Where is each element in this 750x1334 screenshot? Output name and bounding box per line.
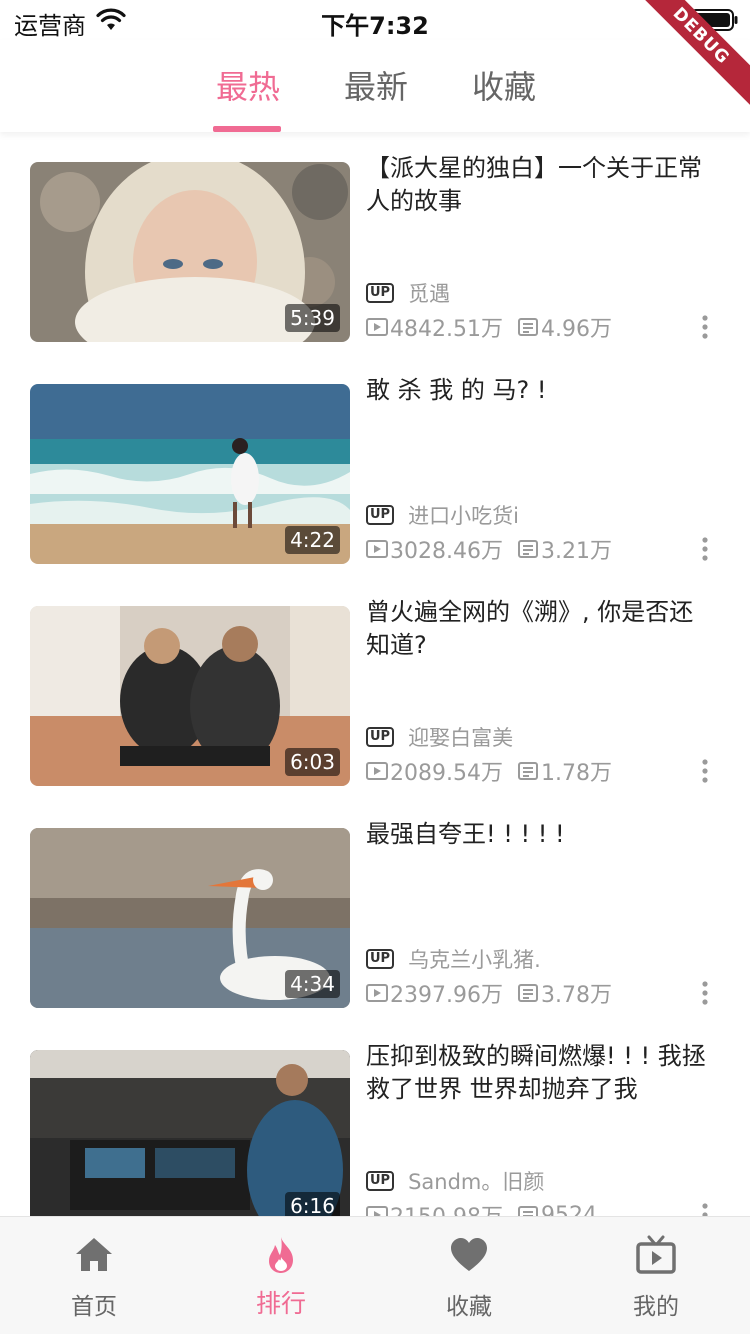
more-options-icon[interactable]: [700, 314, 710, 340]
uploader-name[interactable]: 进口小吃货i: [408, 500, 519, 530]
nav-favorites-label: 收藏: [446, 1294, 492, 1320]
uploader-name[interactable]: 觅遇: [408, 278, 450, 308]
stats-row: 4842.51万 4.96万: [366, 312, 612, 342]
more-options-icon[interactable]: [700, 980, 710, 1006]
uploader-row: UP Sandm。旧颜: [366, 1168, 544, 1194]
nav-home-label: 首页: [71, 1294, 117, 1320]
video-duration: 5:39: [285, 304, 340, 332]
nav-favorites[interactable]: 收藏: [409, 1217, 529, 1334]
video-duration: 6:16: [285, 1192, 340, 1216]
nav-mine-label: 我的: [633, 1294, 679, 1320]
video-thumbnail[interactable]: 4:34: [30, 828, 350, 1008]
play-count: 2150.98万: [390, 1199, 503, 1216]
danmaku-count: 4.96万: [540, 317, 612, 342]
status-bar: 运营商 下午7:32: [0, 0, 750, 40]
video-title[interactable]: 【派大星的独白】一个关于正常人的故事: [366, 152, 711, 218]
home-icon: [76, 1238, 112, 1271]
video-duration: 4:34: [285, 970, 340, 998]
danmaku-icon: [517, 540, 538, 558]
uploader-name[interactable]: 乌克兰小乳猪.: [408, 944, 541, 974]
play-count-icon: [366, 318, 388, 336]
play-count-icon: [366, 984, 388, 1002]
uploader-row: UP 迎娶白富美: [366, 724, 513, 750]
flame-icon: [269, 1237, 293, 1273]
uploader-name[interactable]: Sandm。旧颜: [408, 1166, 544, 1196]
up-badge: UP: [366, 283, 395, 303]
tab-favorites[interactable]: 收藏: [472, 62, 536, 108]
up-badge: UP: [366, 1171, 395, 1191]
stats-row: 2089.54万 1.78万: [366, 756, 612, 786]
tab-indicator: [213, 126, 281, 132]
more-options-icon[interactable]: [700, 758, 710, 784]
video-thumbnail[interactable]: 4:22: [30, 384, 350, 564]
video-title[interactable]: 最强自夸王! ! ! ! !: [366, 818, 711, 851]
tab-hottest[interactable]: 最热: [216, 62, 280, 108]
video-list: 5:39 【派大星的独白】一个关于正常人的故事 UP 觅遇 4842.51万 4…: [0, 132, 750, 1216]
play-count-icon: [366, 1206, 388, 1216]
stats-row: 2397.96万 3.78万: [366, 978, 612, 1008]
up-badge: UP: [366, 505, 395, 525]
heart-icon: [451, 1238, 487, 1271]
status-time: 下午7:32: [321, 12, 429, 40]
danmaku-count: 9524: [540, 1202, 597, 1217]
danmaku-count: 3.21万: [540, 539, 612, 564]
video-item[interactable]: 6:03 曾火遍全网的《溯》, 你是否还知道? UP 迎娶白富美 2089.54…: [0, 598, 750, 786]
video-thumbnail[interactable]: 6:03: [30, 606, 350, 786]
uploader-row: UP 觅遇: [366, 280, 450, 306]
top-tab-bar: 最热 最新 收藏: [0, 40, 750, 132]
video-thumbnail[interactable]: 5:39: [30, 162, 350, 342]
bottom-nav-bar: 首页 排行 收藏 我的: [0, 1216, 750, 1334]
stats-row: 2150.98万 9524: [366, 1200, 597, 1216]
danmaku-icon: [517, 762, 538, 780]
danmaku-icon: [517, 1206, 538, 1216]
play-count: 4842.51万: [390, 317, 503, 342]
video-item[interactable]: 4:22 敢 杀 我 的 马? ! UP 进口小吃货i 3028.46万 3.2…: [0, 376, 750, 564]
up-badge: UP: [366, 949, 395, 969]
danmaku-count: 1.78万: [540, 761, 612, 786]
danmaku-icon: [517, 318, 538, 336]
nav-ranking[interactable]: 排行: [221, 1217, 341, 1334]
video-item[interactable]: 5:39 【派大星的独白】一个关于正常人的故事 UP 觅遇 4842.51万 4…: [0, 154, 750, 342]
tab-newest[interactable]: 最新: [344, 62, 408, 108]
nav-home[interactable]: 首页: [34, 1217, 154, 1334]
stats-row: 3028.46万 3.21万: [366, 534, 612, 564]
play-count: 3028.46万: [390, 539, 503, 564]
video-duration: 6:03: [285, 748, 340, 776]
more-options-icon[interactable]: [700, 536, 710, 562]
play-count-icon: [366, 762, 388, 780]
nav-ranking-label: 排行: [255, 1289, 306, 1318]
play-count-icon: [366, 540, 388, 558]
video-item[interactable]: 4:34 最强自夸王! ! ! ! ! UP 乌克兰小乳猪. 2397.96万 …: [0, 820, 750, 1008]
video-thumbnail[interactable]: 6:16: [30, 1050, 350, 1216]
play-count: 2089.54万: [390, 761, 503, 786]
uploader-row: UP 乌克兰小乳猪.: [366, 946, 541, 972]
video-title[interactable]: 压抑到极致的瞬间燃爆! ! ! 我拯救了世界 世界却抛弃了我: [366, 1040, 711, 1106]
danmaku-count: 3.78万: [540, 983, 612, 1008]
tv-icon: [636, 1235, 676, 1274]
danmaku-icon: [517, 984, 538, 1002]
uploader-name[interactable]: 迎娶白富美: [408, 722, 513, 752]
video-duration: 4:22: [285, 526, 340, 554]
uploader-row: UP 进口小吃货i: [366, 502, 519, 528]
video-item[interactable]: 6:16 压抑到极致的瞬间燃爆! ! ! 我拯救了世界 世界却抛弃了我 UP S…: [0, 1042, 750, 1216]
more-options-icon[interactable]: [700, 1202, 710, 1216]
video-title[interactable]: 曾火遍全网的《溯》, 你是否还知道?: [366, 596, 711, 662]
up-badge: UP: [366, 727, 395, 747]
play-count: 2397.96万: [390, 983, 503, 1008]
nav-mine[interactable]: 我的: [596, 1217, 716, 1334]
video-title[interactable]: 敢 杀 我 的 马? !: [366, 374, 711, 407]
